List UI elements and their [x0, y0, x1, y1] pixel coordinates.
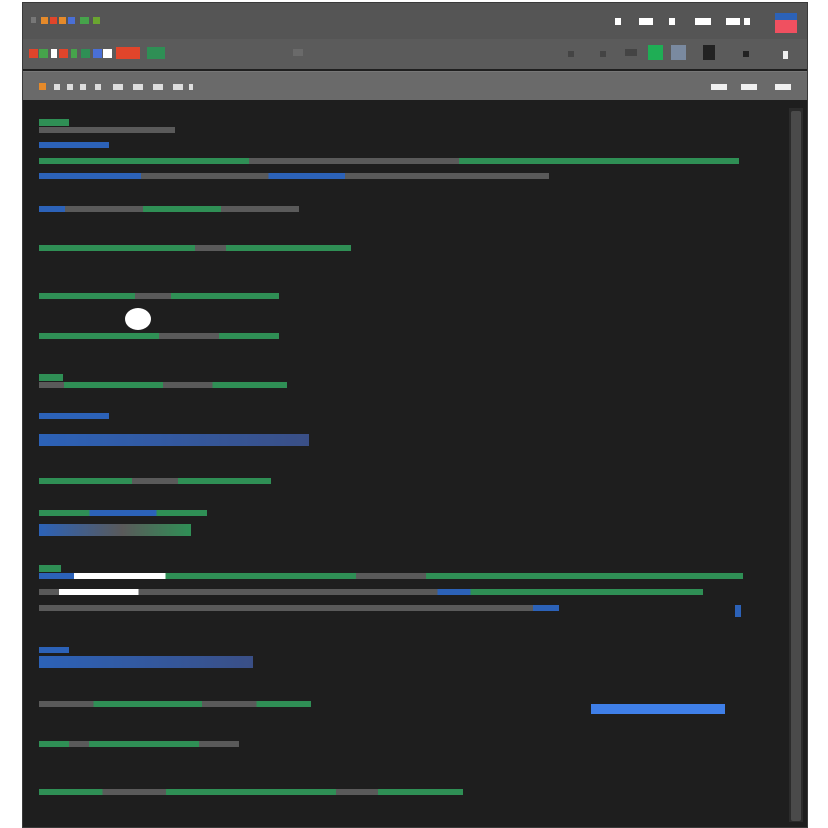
- code-line-4: [39, 173, 549, 179]
- tab-item-9[interactable]: [189, 84, 193, 90]
- code-line-14: [39, 589, 703, 595]
- code-line-19: [39, 789, 463, 795]
- toolbar-icon-3[interactable]: [625, 49, 637, 56]
- code-line-17: [39, 701, 311, 707]
- section-header-1: [39, 119, 69, 126]
- tab-icon-1[interactable]: [615, 18, 621, 25]
- code-line-11: [39, 478, 271, 484]
- window-dot-1[interactable]: [31, 17, 36, 23]
- tab-favicon[interactable]: [39, 83, 46, 90]
- profile-icon-top: [775, 13, 797, 20]
- extension-icon-dark[interactable]: [703, 45, 715, 60]
- tab-icon-3[interactable]: [669, 18, 675, 25]
- toolbar-icon-1[interactable]: [568, 51, 574, 57]
- code-line-18: [39, 741, 239, 747]
- tab-item-2[interactable]: [67, 84, 73, 90]
- code-line-3: [39, 158, 739, 164]
- app-icon-6[interactable]: [81, 49, 90, 58]
- tab-icon-5[interactable]: [726, 18, 740, 25]
- tab-icon-2[interactable]: [639, 18, 653, 25]
- app-window: [22, 2, 808, 828]
- scrollbar-thumb[interactable]: [791, 111, 801, 821]
- window-dot-7[interactable]: [93, 17, 100, 24]
- section-header-2: [39, 374, 63, 381]
- toolbar: [23, 39, 807, 101]
- app-icon-10[interactable]: [147, 47, 165, 59]
- text-cursor: [735, 605, 741, 617]
- app-icon-4[interactable]: [59, 49, 68, 58]
- highlight-block-1: [39, 434, 309, 446]
- tab-item-8[interactable]: [173, 84, 183, 90]
- window-dot-5[interactable]: [68, 17, 75, 24]
- app-icon-5[interactable]: [71, 49, 77, 58]
- app-icon-1[interactable]: [29, 49, 38, 58]
- window-dot-4[interactable]: [59, 17, 66, 24]
- tab-bar: [23, 71, 807, 100]
- tab-icon-4[interactable]: [695, 18, 711, 25]
- status-item-3[interactable]: [775, 84, 791, 90]
- code-line-7: [39, 293, 279, 299]
- tab-item-3[interactable]: [80, 84, 86, 90]
- code-line-12: [39, 510, 207, 516]
- tab-item-5[interactable]: [113, 84, 123, 90]
- toolbar-icon-2[interactable]: [600, 51, 606, 57]
- code-line-5: [39, 206, 299, 212]
- app-icon-3[interactable]: [51, 49, 57, 58]
- back-icon[interactable]: [293, 49, 303, 56]
- tab-icon-6[interactable]: [744, 18, 750, 25]
- status-item-1[interactable]: [711, 84, 727, 90]
- tab-item-6[interactable]: [133, 84, 143, 90]
- tab-item-1[interactable]: [54, 84, 60, 90]
- code-line-10: [39, 413, 109, 419]
- app-icon-7[interactable]: [93, 49, 102, 58]
- tab-item-4[interactable]: [95, 84, 101, 90]
- highlight-block-2: [39, 524, 191, 536]
- editor-content[interactable]: [23, 100, 807, 827]
- title-bar: [23, 3, 807, 39]
- app-icon-2[interactable]: [39, 49, 48, 58]
- window-dot-3[interactable]: [50, 17, 57, 24]
- code-line-8: [39, 333, 279, 339]
- window-dot-6[interactable]: [80, 17, 89, 24]
- tab-item-7[interactable]: [153, 84, 163, 90]
- extension-icon-gray[interactable]: [671, 45, 686, 60]
- window-dot-2[interactable]: [41, 17, 48, 24]
- menu-icon[interactable]: [783, 51, 788, 59]
- app-icon-9[interactable]: [116, 47, 140, 59]
- toolbar-icon-4[interactable]: [743, 51, 749, 57]
- code-line-9: [39, 382, 287, 388]
- code-line-1: [39, 127, 175, 133]
- highlight-block-3: [39, 656, 253, 668]
- mouse-cursor: [125, 308, 151, 330]
- code-line-6: [39, 245, 351, 251]
- code-line-13: [39, 573, 743, 579]
- extension-icon-green[interactable]: [648, 45, 663, 60]
- text-selection[interactable]: [591, 704, 725, 714]
- app-icon-8[interactable]: [103, 49, 112, 58]
- code-line-15: [39, 605, 559, 611]
- code-line-2: [39, 142, 109, 148]
- section-header-3: [39, 565, 61, 572]
- code-line-16: [39, 647, 69, 653]
- status-item-2[interactable]: [741, 84, 757, 90]
